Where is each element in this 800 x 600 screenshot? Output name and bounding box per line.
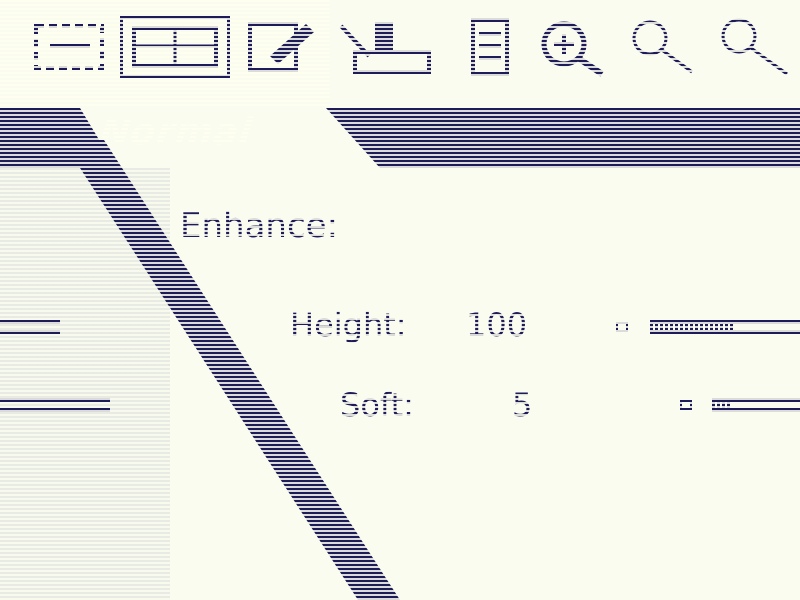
height-slider-thumb[interactable] (616, 322, 628, 332)
soft-value[interactable]: 5 (512, 386, 532, 424)
height-slider[interactable] (650, 320, 800, 334)
height-value[interactable]: 100 (466, 306, 527, 344)
enhance-heading: Enhance: (180, 206, 339, 246)
height-label: Height: (290, 306, 407, 344)
soft-slider[interactable] (712, 398, 800, 412)
soft-slider-thumb[interactable] (680, 400, 692, 410)
panel-divider (62, 140, 400, 600)
height-slider-fill (650, 324, 733, 330)
soft-slider-left[interactable] (0, 398, 110, 412)
soft-slider-fill (712, 402, 730, 408)
soft-label: Soft: (340, 386, 414, 424)
height-slider-left[interactable] (0, 320, 60, 334)
